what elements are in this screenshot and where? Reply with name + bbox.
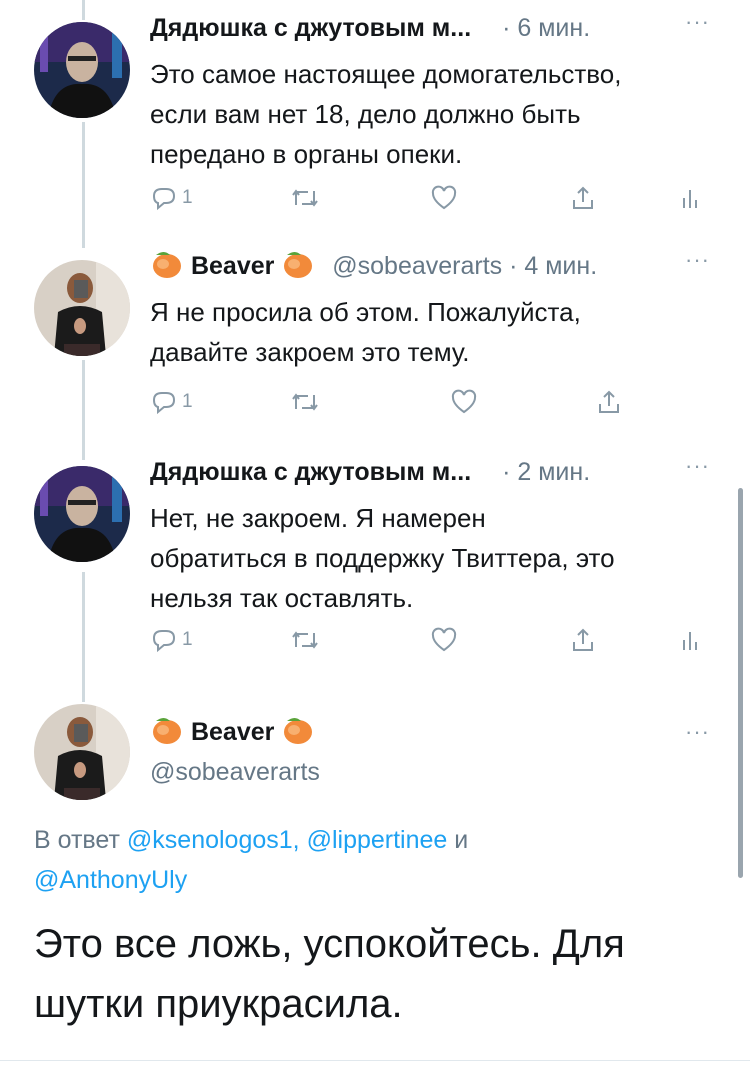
like-icon — [451, 389, 477, 414]
action-bar: 1 — [150, 178, 720, 218]
analytics-icon — [683, 632, 697, 650]
mention-link[interactable]: @AnthonyUly — [34, 866, 187, 894]
reply-button[interactable]: 1 — [150, 620, 193, 660]
timestamp[interactable]: · 2 мин. — [502, 458, 590, 486]
analytics-button[interactable] — [680, 620, 700, 660]
share-button[interactable] — [596, 382, 622, 422]
reply-prefix: В ответ — [34, 826, 120, 854]
timestamp[interactable]: · 6 мин. — [502, 14, 590, 42]
scrollbar[interactable] — [738, 488, 743, 878]
like-button[interactable] — [430, 178, 458, 218]
mention-link[interactable]: @lippertinee — [307, 826, 448, 854]
peach-emoji-icon — [284, 718, 313, 744]
share-icon — [599, 390, 619, 413]
reply-count: 1 — [182, 629, 193, 650]
tweet[interactable]: Дядюшка с джутовым м... · 2 мин. ··· Нет… — [0, 452, 750, 672]
peach-emoji-icon — [284, 252, 313, 278]
reply-icon — [152, 392, 176, 415]
avatar[interactable] — [34, 466, 130, 562]
tweet-text: Это самое настоящее домогательство, если… — [150, 54, 720, 174]
tweet[interactable]: Beaver @sobeaverarts · 4 мин. ··· Я не п… — [0, 246, 750, 436]
reply-icon — [152, 630, 176, 653]
share-icon — [573, 628, 593, 651]
author-name[interactable]: Beaver — [191, 718, 274, 746]
reply-button[interactable]: 1 — [150, 382, 193, 422]
tweet-text-line: Это самое настоящее домогательство, — [150, 59, 622, 89]
tweet-text-line: Это все ложь, успокойтесь. Для — [34, 922, 625, 966]
avatar[interactable] — [34, 704, 130, 800]
more-icon[interactable]: ··· — [685, 446, 710, 486]
retweet-icon — [292, 393, 318, 411]
tweet-text-line: шутки приукрасила. — [34, 982, 403, 1026]
action-bar: 1 — [150, 382, 720, 422]
avatar[interactable] — [34, 22, 130, 118]
tweet-header: Дядюшка с джутовым м... · 2 мин. ··· — [150, 452, 710, 492]
author-handle[interactable]: @sobeaverarts — [332, 252, 502, 280]
author-handle[interactable]: @sobeaverarts — [150, 752, 320, 792]
more-icon[interactable]: ··· — [685, 2, 710, 42]
peach-emoji-icon — [153, 252, 181, 278]
tweet-text-line: Нет, не закроем. Я намерен — [150, 503, 486, 533]
tweet-text-line: если вам нет 18, дело должно быть — [150, 99, 581, 129]
main-tweet-text: Это все ложь, успокойтесь. Для шутки при… — [34, 914, 724, 1034]
reply-icon — [152, 188, 176, 211]
author-name[interactable]: Beaver — [191, 252, 274, 280]
reply-context: В ответ @ksenologos1, @lippertinee и @An… — [34, 820, 468, 900]
retweet-button[interactable] — [290, 620, 320, 660]
conjunction: и — [454, 826, 469, 854]
reply-button[interactable]: 1 — [150, 178, 193, 218]
reply-count: 1 — [182, 391, 193, 412]
analytics-button[interactable] — [680, 178, 700, 218]
analytics-icon — [683, 190, 697, 208]
tweet-text-line: нельзя так оставлять. — [150, 583, 414, 613]
retweet-button[interactable] — [290, 382, 320, 422]
more-icon[interactable]: ··· — [685, 240, 710, 280]
main-tweet: Beaver ··· @sobeaverarts — [0, 690, 750, 810]
like-icon — [431, 627, 457, 652]
tweet-header: Дядюшка с джутовым м... · 6 мин. ··· — [150, 8, 710, 48]
like-button[interactable] — [430, 620, 458, 660]
tweet-text-line: передано в органы опеки. — [150, 139, 463, 169]
author-name[interactable]: Дядюшка с джутовым м... — [150, 14, 471, 42]
mention-link[interactable]: @ksenologos1, — [127, 826, 300, 854]
divider — [0, 1060, 750, 1061]
action-bar: 1 — [150, 620, 720, 660]
peach-emoji-icon — [153, 718, 181, 744]
timestamp[interactable]: · 4 мин. — [509, 252, 597, 280]
tweet-header: Beaver ··· — [150, 712, 710, 752]
retweet-button[interactable] — [290, 178, 320, 218]
tweet-text: Нет, не закроем. Я намерен обратиться в … — [150, 498, 720, 618]
reply-count: 1 — [182, 187, 193, 208]
retweet-icon — [292, 189, 318, 207]
tweet-text-line: обратиться в поддержку Твиттера, это — [150, 543, 615, 573]
share-button[interactable] — [570, 620, 596, 660]
tweet-text-line: Я не просила об этом. Пожалуйста, — [150, 297, 581, 327]
more-icon[interactable]: ··· — [685, 712, 710, 752]
share-button[interactable] — [570, 178, 596, 218]
avatar[interactable] — [34, 260, 130, 356]
tweet-header: Beaver @sobeaverarts · 4 мин. ··· — [150, 246, 710, 286]
like-button[interactable] — [450, 382, 478, 422]
tweet[interactable]: Дядюшка с джутовым м... · 6 мин. ··· Это… — [0, 8, 750, 228]
like-icon — [431, 185, 457, 210]
author-name[interactable]: Дядюшка с джутовым м... — [150, 458, 471, 486]
tweet-text-line: давайте закроем это тему. — [150, 337, 470, 367]
share-icon — [573, 186, 593, 209]
tweet-text: Я не просила об этом. Пожалуйста, давайт… — [150, 292, 720, 372]
retweet-icon — [292, 631, 318, 649]
